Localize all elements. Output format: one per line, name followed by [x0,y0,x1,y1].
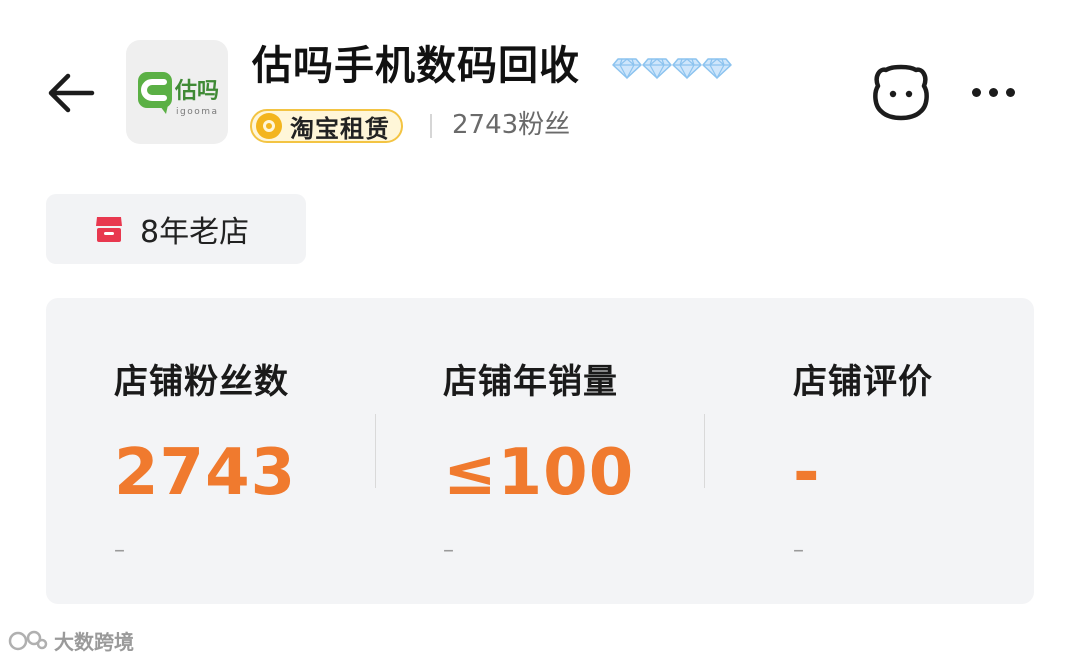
more-button[interactable] [962,68,1024,116]
stat-label: 店铺评价 [793,362,933,402]
diamond-icon [702,58,732,80]
more-dots-icon [971,87,981,97]
shop-logo[interactable]: 估吗 igooma [126,40,228,144]
header-separator [430,114,432,138]
stat-sub: – [114,538,125,563]
rent-badge-label: 淘宝租赁 [290,114,390,143]
diamond-icon [672,58,702,80]
shop-rating-diamonds [612,56,732,80]
diamond-icon [612,58,642,80]
stat-sub: – [793,538,804,563]
rent-badge-icon [256,113,282,139]
taobao-rent-badge[interactable]: 淘宝租赁 [250,109,403,143]
stat-value: 2743 [114,436,297,510]
stat-divider [704,414,705,488]
stat-divider [375,414,376,488]
watermark-text: 大数跨境 [54,630,134,654]
back-button[interactable] [40,62,102,124]
stat-sub: – [443,538,454,563]
store-icon [96,217,122,242]
watermark: 大数跨境 [8,626,134,655]
stat-label: 店铺年销量 [443,362,618,402]
chat-face-icon [873,64,929,121]
fans-count: 2743粉丝 [452,110,571,140]
shop-stats-card: 店铺粉丝数 2743 – 店铺年销量 ≤100 – 店铺评价 - – [46,298,1034,604]
shop-logo-image: 估吗 igooma [138,72,219,117]
stat-label: 店铺粉丝数 [114,362,289,402]
shop-header: 估吗 igooma 估吗手机数码回收 淘宝租赁 2743粉丝 [0,0,1080,180]
back-arrow-icon [48,73,95,113]
diamond-icon [642,58,672,80]
watermark-logo-icon [8,630,48,650]
stat-value: ≤100 [443,436,635,510]
shop-age-label: 8年老店 [140,215,250,250]
stat-value: - [793,436,821,510]
shop-name[interactable]: 估吗手机数码回收 [252,38,580,94]
customer-service-button[interactable] [870,62,932,124]
shop-age-tag[interactable]: 8年老店 [46,194,306,264]
svg-text:igooma: igooma [176,107,219,117]
svg-text:估吗: 估吗 [174,79,219,104]
